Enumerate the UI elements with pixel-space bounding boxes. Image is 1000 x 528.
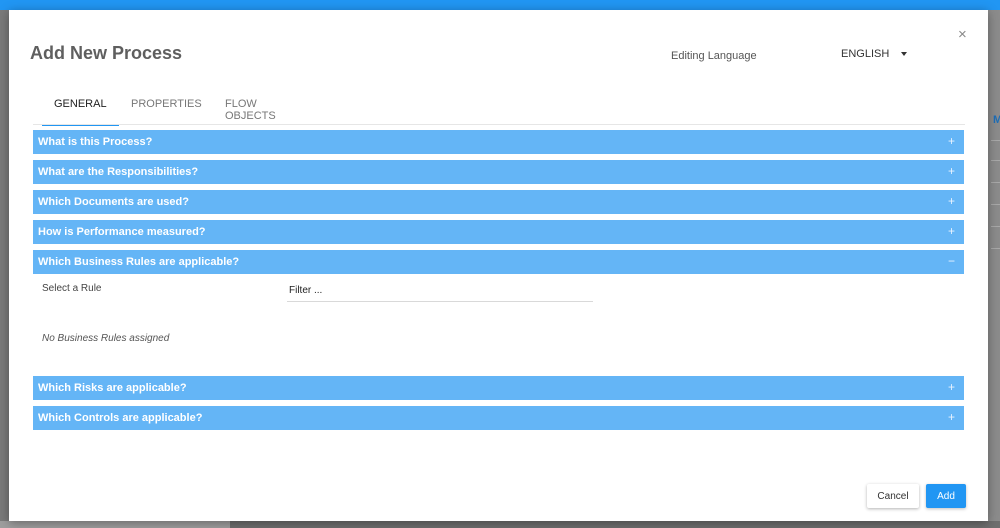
panel-controls[interactable]: Which Controls are applicable? + — [33, 406, 964, 430]
panel-business-rules[interactable]: Which Business Rules are applicable? − — [33, 250, 964, 274]
panel-title: Which Controls are applicable? — [38, 412, 203, 424]
tab-general[interactable]: GENERAL — [42, 98, 119, 126]
panel-what-is-this-process[interactable]: What is this Process? + — [33, 130, 964, 154]
tab-flow-objects[interactable]: FLOW OBJECTS — [225, 98, 276, 124]
tab-properties[interactable]: PROPERTIES — [131, 98, 202, 124]
background-text-fragment: M — [993, 114, 1000, 126]
background-bottom-strip — [0, 521, 1000, 528]
panel-title: Which Risks are applicable? — [38, 382, 187, 394]
panel-title: Which Business Rules are applicable? — [38, 256, 240, 268]
editing-language-label: Editing Language — [671, 50, 757, 62]
expand-icon[interactable]: + — [948, 224, 955, 238]
panel-title: What is this Process? — [38, 136, 153, 148]
panel-title: Which Documents are used? — [38, 196, 189, 208]
expand-icon[interactable]: + — [948, 380, 955, 394]
collapse-icon[interactable]: − — [948, 254, 955, 268]
dialog-title: Add New Process — [30, 43, 183, 63]
add-button[interactable]: Add — [926, 484, 966, 508]
expand-icon[interactable]: + — [948, 410, 955, 424]
close-icon[interactable]: × — [958, 26, 967, 43]
no-rules-message: No Business Rules assigned — [42, 333, 170, 344]
background-bottom-light — [0, 521, 230, 528]
expand-icon[interactable]: + — [948, 134, 955, 148]
background-app-edge: M — [988, 10, 1000, 528]
panel-responsibilities[interactable]: What are the Responsibilities? + — [33, 160, 964, 184]
panel-title: What are the Responsibilities? — [38, 166, 199, 178]
add-process-dialog: Add New Process × Editing Language ENGLI… — [9, 10, 988, 521]
caret-down-icon — [901, 52, 908, 57]
tab-divider — [33, 124, 965, 125]
expand-icon[interactable]: + — [948, 194, 955, 208]
language-value: ENGLISH — [841, 48, 890, 60]
expand-icon[interactable]: + — [948, 164, 955, 178]
language-dropdown[interactable]: ENGLISH — [841, 48, 908, 60]
panel-title: How is Performance measured? — [38, 226, 206, 238]
panel-risks[interactable]: Which Risks are applicable? + — [33, 376, 964, 400]
select-rule-label: Select a Rule — [42, 283, 102, 294]
rule-filter-input[interactable] — [287, 279, 593, 302]
panel-performance[interactable]: How is Performance measured? + — [33, 220, 964, 244]
app-top-bar — [0, 0, 1000, 10]
cancel-button[interactable]: Cancel — [867, 484, 919, 508]
panel-documents[interactable]: Which Documents are used? + — [33, 190, 964, 214]
